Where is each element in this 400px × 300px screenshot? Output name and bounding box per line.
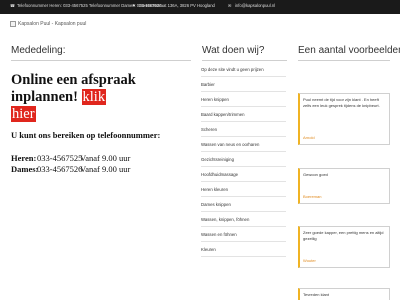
- reviews-divider: [298, 60, 390, 61]
- review-author: Boereman: [303, 194, 322, 199]
- reviews-title: Een aantal voorbeelden: [298, 45, 400, 56]
- topbar-email[interactable]: info@kapsalonpuul.nl: [235, 3, 275, 8]
- service-item[interactable]: Barbier: [201, 77, 286, 92]
- service-item[interactable]: Wassen, knippen, föhnen: [201, 212, 286, 227]
- reach-text: U kunt ons bereiken op telefoonnummer:: [11, 130, 161, 140]
- service-item[interactable]: Heren knippen: [201, 92, 286, 107]
- heren-hours: Vanaf 9.00 uur: [80, 153, 131, 163]
- service-item[interactable]: Wassen en föhnen: [201, 227, 286, 242]
- review-card: Puul neemt de tijd voor zijn klant . En …: [298, 93, 390, 145]
- service-item[interactable]: Wassen van neus en oorharen: [201, 137, 286, 152]
- service-item[interactable]: Hoofdhuidmassage: [201, 167, 286, 182]
- services-list: Op deze site vindt u geen prijzen Barbie…: [201, 62, 286, 257]
- announcement-divider: [11, 60, 191, 61]
- logo-alt-text: Kapsalon Puul - Kapsalon puul: [18, 21, 87, 27]
- service-item[interactable]: Kleuren: [201, 242, 286, 257]
- service-item[interactable]: Heren kleuren: [201, 182, 286, 197]
- heren-number[interactable]: 033-4567525: [37, 153, 82, 163]
- phone-icon: ☎: [10, 3, 16, 8]
- review-text: Puul neemt de tijd voor zijn klant . En …: [303, 97, 380, 108]
- logo[interactable]: Kapsalon Puul - Kapsalon puul: [10, 21, 86, 27]
- review-card: Gewoon goed Boereman: [298, 168, 390, 204]
- service-item[interactable]: Baard kappen/trimmen: [201, 107, 286, 122]
- service-item[interactable]: Scheren: [201, 122, 286, 137]
- announcement-title: Mededeling:: [11, 45, 66, 56]
- service-item[interactable]: Op deze site vindt u geen prijzen: [201, 62, 286, 77]
- dames-phone-row: Dames: 033-4567526 Vanaf 9.00 uur: [11, 164, 130, 174]
- hier-link[interactable]: hier: [11, 106, 36, 122]
- dames-label: Dames:: [11, 164, 39, 174]
- review-author: Arnold: [303, 135, 315, 140]
- klik-link[interactable]: klik: [81, 89, 107, 105]
- service-item[interactable]: Dames knippen: [201, 197, 286, 212]
- topbar-address: Dorentosstraat 136A, 3826 PV Hoogland: [139, 3, 215, 8]
- service-item[interactable]: Gezichtsreiniging: [201, 152, 286, 167]
- logo-image-icon: [10, 21, 16, 27]
- appointment-headline: Online een afspraak inplannen! klik hier: [11, 72, 201, 123]
- review-card: Zeer goede kapper, een prettig mens en a…: [298, 226, 390, 268]
- review-text: Gewoon goed: [303, 172, 328, 177]
- location-icon: ⚑: [132, 3, 136, 8]
- services-divider: [202, 60, 287, 61]
- dames-hours: Vanaf 9.00 uur: [80, 164, 131, 174]
- top-bar: ☎ Telefoonnummer Heren: 033-4567525 Tele…: [0, 0, 400, 14]
- heren-label: Heren:: [11, 153, 37, 163]
- review-author: Wouter: [303, 258, 316, 263]
- review-text: Tevreden klant: [303, 292, 330, 297]
- heren-phone-row: Heren: 033-4567525 Vanaf 9.00 uur: [11, 153, 130, 163]
- services-title: Wat doen wij?: [202, 45, 265, 56]
- review-card: Tevreden klant: [298, 288, 390, 300]
- dames-number[interactable]: 033-4567526: [37, 164, 82, 174]
- review-text: Zeer goede kapper, een prettig mens en a…: [303, 230, 384, 241]
- mail-icon: ✉: [228, 3, 232, 8]
- headline-text: Online een afspraak inplannen!: [11, 72, 136, 105]
